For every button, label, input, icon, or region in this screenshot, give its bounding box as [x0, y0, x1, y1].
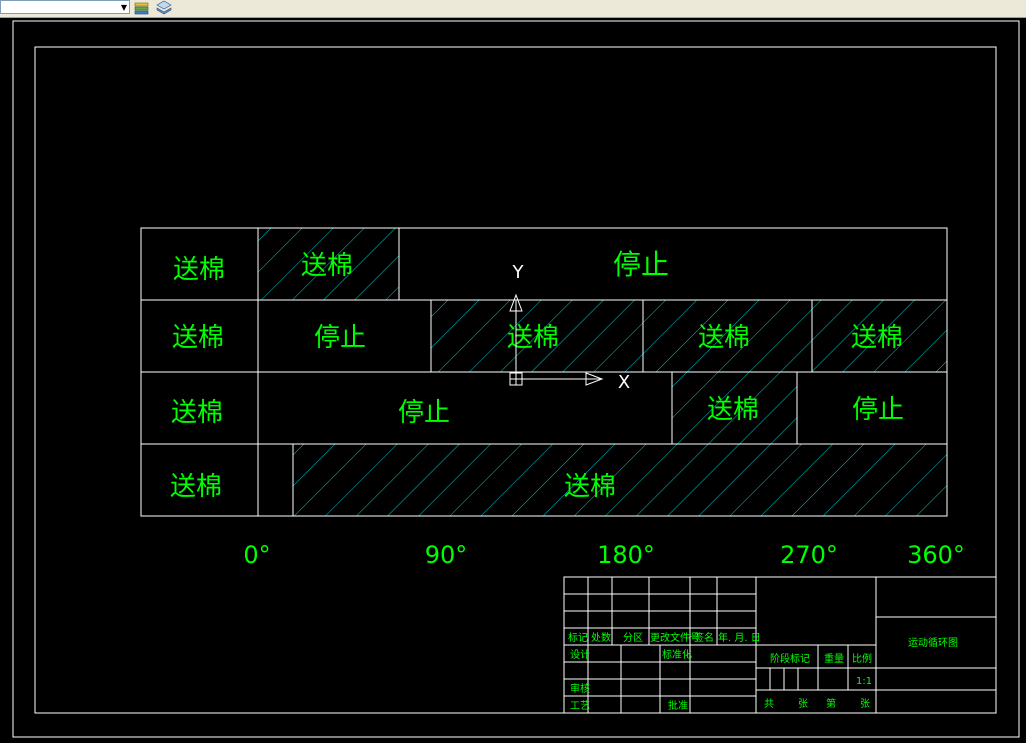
tb-marker: 标记	[568, 632, 588, 644]
tb-zone: 分区	[623, 632, 643, 644]
plain-segment	[398, 227, 948, 301]
title-block-text: 标记 处数 分区 更改文件号 签名 年. 月. 日 设计 标准化 审核 工艺 批…	[568, 631, 958, 712]
segment-label: 停止	[314, 323, 366, 353]
plain-segment	[257, 443, 294, 517]
tb-page: 第	[826, 697, 836, 710]
toolbar: ▼	[0, 0, 1026, 18]
tb-sheets: 张	[798, 698, 808, 710]
row-label: 送棉	[173, 255, 225, 285]
angle-label: 360°	[907, 541, 965, 569]
segment-label: 送棉	[851, 323, 903, 353]
segment-label: 送棉	[301, 251, 353, 281]
tb-standard: 标准化	[662, 648, 692, 661]
segment-label: 停止	[398, 398, 450, 428]
tb-sheet: 张	[860, 698, 870, 710]
ucs-y-label: Y	[512, 262, 525, 283]
layer-stack-icon[interactable]	[155, 0, 173, 15]
segment-label: 送棉	[698, 323, 750, 353]
tb-stage-mark: 阶段标记	[770, 652, 810, 665]
angle-label: 180°	[597, 541, 655, 569]
layer-dropdown[interactable]: ▼	[0, 0, 130, 14]
tb-scale: 比例	[852, 652, 872, 665]
segment-label: 停止	[852, 395, 904, 425]
layer-states-icon[interactable]	[133, 0, 151, 15]
segment-label: 送棉	[707, 395, 759, 425]
tb-approve: 批准	[668, 699, 688, 712]
tb-change-doc: 更改文件号	[650, 631, 700, 644]
cad-drawing: 送棉 送棉 停止 送棉 停止 送棉 送棉 送棉 送棉 停止 送棉 停止 送棉 送…	[12, 20, 1020, 738]
hatched-segment	[292, 443, 948, 517]
tb-title: 运动循环图	[908, 636, 958, 649]
angle-scale: 0° 90° 180° 270° 360°	[243, 541, 965, 569]
row-label: 送棉	[171, 398, 223, 428]
row-label: 送棉	[170, 472, 222, 502]
ucs-x-label: X	[618, 372, 630, 393]
tb-scale-value: 1:1	[856, 676, 872, 687]
tb-sign: 签名	[694, 631, 714, 644]
tb-design: 设计	[570, 648, 590, 661]
row-label: 送棉	[172, 323, 224, 353]
tb-review: 审核	[570, 682, 590, 695]
angle-label: 0°	[243, 541, 270, 569]
plain-segment	[257, 371, 673, 445]
angle-label: 270°	[780, 541, 838, 569]
tb-weight: 重量	[824, 652, 844, 665]
segment-label: 送棉	[564, 472, 616, 502]
motion-cycle-diagram: 送棉 送棉 停止 送棉 停止 送棉 送棉 送棉 送棉 停止 送棉 停止 送棉 送…	[140, 227, 948, 517]
segment-label: 送棉	[507, 323, 559, 353]
segment-label: 停止	[613, 248, 669, 281]
chevron-down-icon[interactable]: ▼	[121, 1, 127, 14]
tb-count: 处数	[591, 631, 611, 644]
tb-total: 共	[764, 698, 774, 710]
drawing-canvas[interactable]: 送棉 送棉 停止 送棉 停止 送棉 送棉 送棉 送棉 停止 送棉 停止 送棉 送…	[12, 20, 1022, 740]
angle-label: 90°	[425, 541, 468, 569]
tb-process: 工艺	[570, 700, 590, 712]
tb-date: 年. 月. 日	[718, 631, 761, 644]
